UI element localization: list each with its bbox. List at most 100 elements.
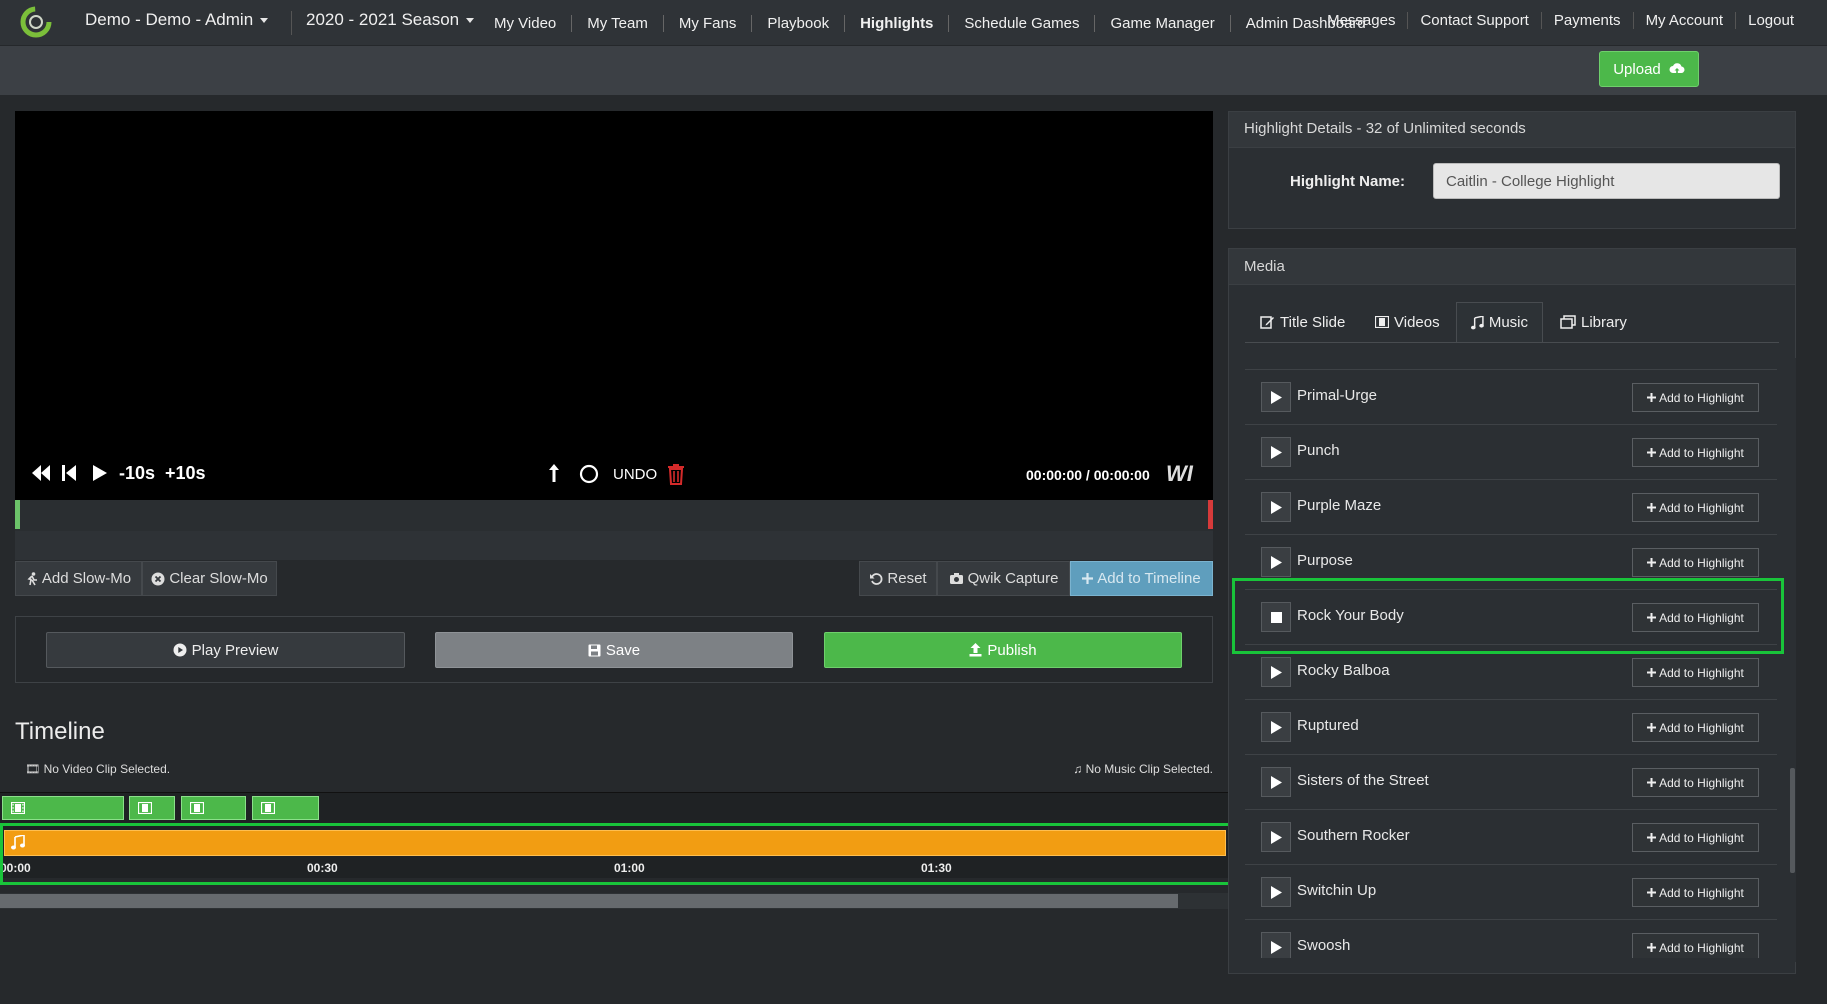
clear-circle-icon [151,572,165,585]
add-to-timeline-button[interactable]: Add to Timeline [1070,561,1213,596]
nav-playbook[interactable]: Playbook [751,15,844,32]
add-to-highlight-label: Add to Highlight [1659,720,1744,735]
plus-icon [1647,393,1657,402]
track-row[interactable]: Punch Add to Highlight [1245,425,1777,480]
music-track-list[interactable]: Primal-Urge Add to Highlight Punch Add to H… [1245,358,1777,958]
record-circle-icon[interactable] [579,464,599,489]
trim-scrubber[interactable] [15,500,1213,531]
track-row[interactable]: Ruptured Add to Highlight [1245,700,1777,755]
add-to-highlight-label: Add to Highlight [1659,555,1744,570]
nav-links: My Video My Team My Fans Playbook Highli… [479,15,1381,32]
arrow-up-icon[interactable] [548,463,560,488]
play-button[interactable] [1261,437,1291,467]
tab-music[interactable]: Music [1456,302,1543,342]
add-slowmo-button[interactable]: Add Slow-Mo [15,561,142,596]
highlight-name-input[interactable] [1433,163,1780,199]
forward-10s-button[interactable]: +10s [165,463,206,484]
timeline-video-clip[interactable] [181,796,246,820]
nav-admin-dashboard[interactable]: Admin Dashboard [1229,15,1381,32]
slowmo-track[interactable] [15,531,1213,560]
play-button[interactable] [1261,767,1291,797]
app-logo[interactable] [18,4,54,40]
rewind-icon[interactable] [30,464,52,487]
qwik-capture-button[interactable]: Qwik Capture [937,561,1070,596]
video-player[interactable] [15,111,1213,500]
add-to-highlight-button[interactable]: Add to Highlight [1632,768,1759,797]
payments-link[interactable]: Payments [1540,12,1633,29]
nav-my-video[interactable]: My Video [479,15,571,32]
track-row[interactable]: Purple Maze Add to Highlight [1245,480,1777,535]
nav-game-manager[interactable]: Game Manager [1094,15,1229,32]
play-icon[interactable] [92,464,108,487]
trash-icon[interactable] [667,463,685,490]
add-to-highlight-label: Add to Highlight [1659,830,1744,845]
add-to-highlight-button[interactable]: Add to Highlight [1632,548,1759,577]
play-button[interactable] [1261,877,1291,907]
music-status-text: No Music Clip Selected. [1085,762,1213,776]
save-button[interactable]: Save [435,632,793,668]
qwik-capture-label: Qwik Capture [967,570,1059,587]
tab-videos[interactable]: Videos [1361,302,1454,342]
track-row[interactable]: Switchin Up Add to Highlight [1245,865,1777,920]
play-button[interactable] [1261,382,1291,412]
track-name: Switchin Up [1297,882,1377,899]
contact-support-link[interactable]: Contact Support [1407,12,1540,29]
trim-start-handle[interactable] [15,500,20,529]
add-to-highlight-button[interactable]: Add to Highlight [1632,383,1759,412]
my-account-link[interactable]: My Account [1632,12,1736,29]
nav-my-team[interactable]: My Team [571,15,663,32]
nav-my-fans[interactable]: My Fans [662,15,752,32]
tab-label: Library [1581,313,1627,331]
chevron-down-icon [260,18,269,24]
add-to-highlight-button[interactable]: Add to Highlight [1632,823,1759,852]
add-to-highlight-label: Add to Highlight [1659,940,1744,955]
publish-button[interactable]: Publish [824,632,1182,668]
timeline-video-clip[interactable] [252,796,319,820]
add-to-highlight-button[interactable]: Add to Highlight [1632,438,1759,467]
step-back-icon[interactable] [60,464,78,487]
track-row[interactable]: Primal-Urge Add to Highlight [1245,370,1777,425]
add-to-highlight-button[interactable]: Add to Highlight [1632,658,1759,687]
add-to-highlight-button[interactable]: Add to Highlight [1632,713,1759,742]
play-button[interactable] [1261,492,1291,522]
upload-button[interactable]: Upload [1599,51,1699,87]
track-row[interactable]: Sisters of the Street Add to Highlight [1245,755,1777,810]
media-title: Media [1244,258,1285,275]
main-nav [0,46,1827,95]
play-icon [1270,830,1282,844]
season-dropdown[interactable]: 2020 - 2021 Season [306,10,475,30]
play-button[interactable] [1261,547,1291,577]
add-to-highlight-label: Add to Highlight [1659,665,1744,680]
add-to-highlight-button[interactable]: Add to Highlight [1632,493,1759,522]
timeline-video-clip[interactable] [2,796,124,820]
account-dropdown[interactable]: Demo - Demo - Admin [85,10,269,30]
track-row[interactable]: Swoosh Add to Highlight [1245,920,1777,958]
play-button[interactable] [1261,932,1291,958]
plus-icon [1647,888,1657,897]
reset-button[interactable]: Reset [859,561,937,596]
timeline-video-clip[interactable] [129,796,175,820]
timeline-scrollbar-thumb[interactable] [0,894,1178,908]
video-status-text: No Video Clip Selected. [43,762,171,776]
plus-icon [1647,668,1657,677]
logout-link[interactable]: Logout [1735,12,1806,29]
play-button[interactable] [1261,712,1291,742]
track-name: Purple Maze [1297,497,1382,514]
tab-title-slide[interactable]: Title Slide [1246,302,1359,342]
add-to-highlight-button[interactable]: Add to Highlight [1632,933,1759,958]
nav-highlights[interactable]: Highlights [844,15,948,32]
undo-button[interactable]: UNDO [613,466,657,483]
nav-schedule-games[interactable]: Schedule Games [948,15,1094,32]
trim-end-handle[interactable] [1208,500,1213,529]
clear-slowmo-button[interactable]: Clear Slow-Mo [142,561,277,596]
tab-label: Videos [1394,313,1440,331]
play-preview-button[interactable]: Play Preview [46,632,405,668]
track-name: Primal-Urge [1297,387,1378,404]
track-row[interactable]: Southern Rocker Add to Highlight [1245,810,1777,865]
play-button[interactable] [1261,822,1291,852]
add-to-highlight-button[interactable]: Add to Highlight [1632,878,1759,907]
play-button[interactable] [1261,657,1291,687]
tab-library[interactable]: Library [1546,302,1641,342]
rewind-10s-button[interactable]: -10s [119,463,155,484]
track-list-scrollbar-thumb[interactable] [1790,768,1795,873]
